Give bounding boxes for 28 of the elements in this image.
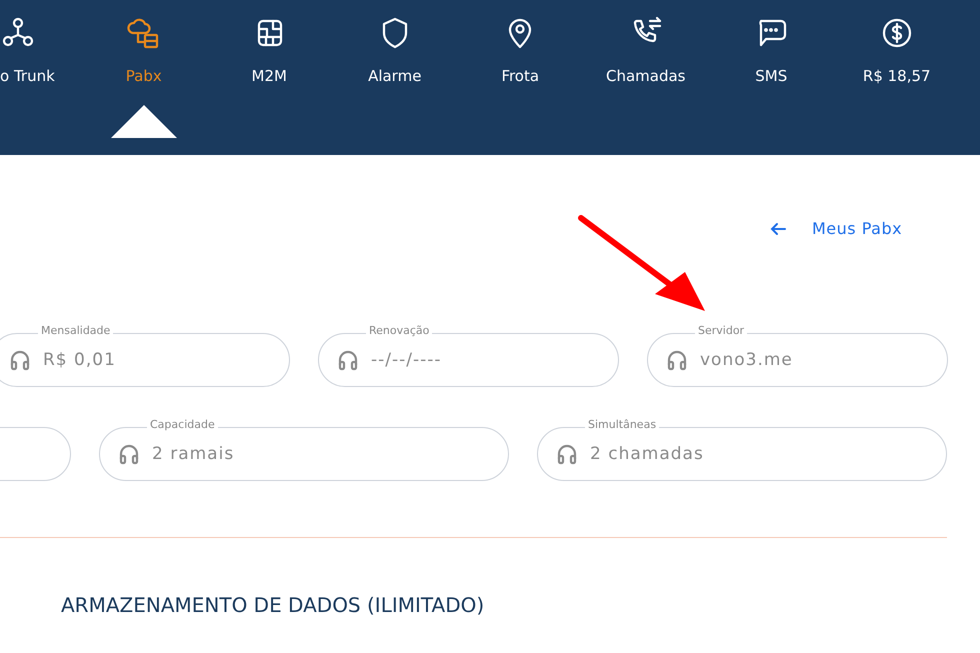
headset-icon xyxy=(556,443,578,465)
field-label: Capacidade xyxy=(147,418,218,431)
back-link[interactable]: Meus Pabx xyxy=(770,219,902,238)
arrow-left-icon xyxy=(770,222,786,236)
field-label: Servidor xyxy=(695,324,748,337)
nav-tab[interactable]: Pabx xyxy=(81,0,206,155)
field-value: 2 chamadas xyxy=(590,444,704,464)
section-title: ARMAZENAMENTO DE DADOS (ILIMITADO) xyxy=(61,593,486,617)
field-label: Simultâneas xyxy=(585,418,660,431)
nav-tab[interactable]: Frota xyxy=(458,0,583,155)
headset-icon xyxy=(666,349,688,371)
field-label: Mensalidade xyxy=(38,324,114,337)
headset-icon xyxy=(118,443,140,465)
field-value: 2 ramais xyxy=(152,444,234,464)
nav-tab[interactable]: o Trunk xyxy=(0,0,81,155)
nav-tab[interactable]: M2M xyxy=(206,0,332,155)
active-tab-pointer xyxy=(110,105,177,138)
field-value: vono3.me xyxy=(700,350,793,370)
nav-tab[interactable]: R$ 18,57 xyxy=(834,0,960,155)
nav-tab[interactable]: SMS xyxy=(708,0,834,155)
headset-icon xyxy=(337,349,359,371)
field-value: R$ 0,01 xyxy=(43,350,116,370)
field-value: --/--/---- xyxy=(371,350,442,370)
headset-icon xyxy=(9,349,31,371)
nav-tab[interactable]: Chamadas xyxy=(583,0,708,155)
nav-tab[interactable]: Alarme xyxy=(332,0,458,155)
back-link-label[interactable]: Meus Pabx xyxy=(812,219,902,238)
field-label: Renovação xyxy=(366,324,432,337)
